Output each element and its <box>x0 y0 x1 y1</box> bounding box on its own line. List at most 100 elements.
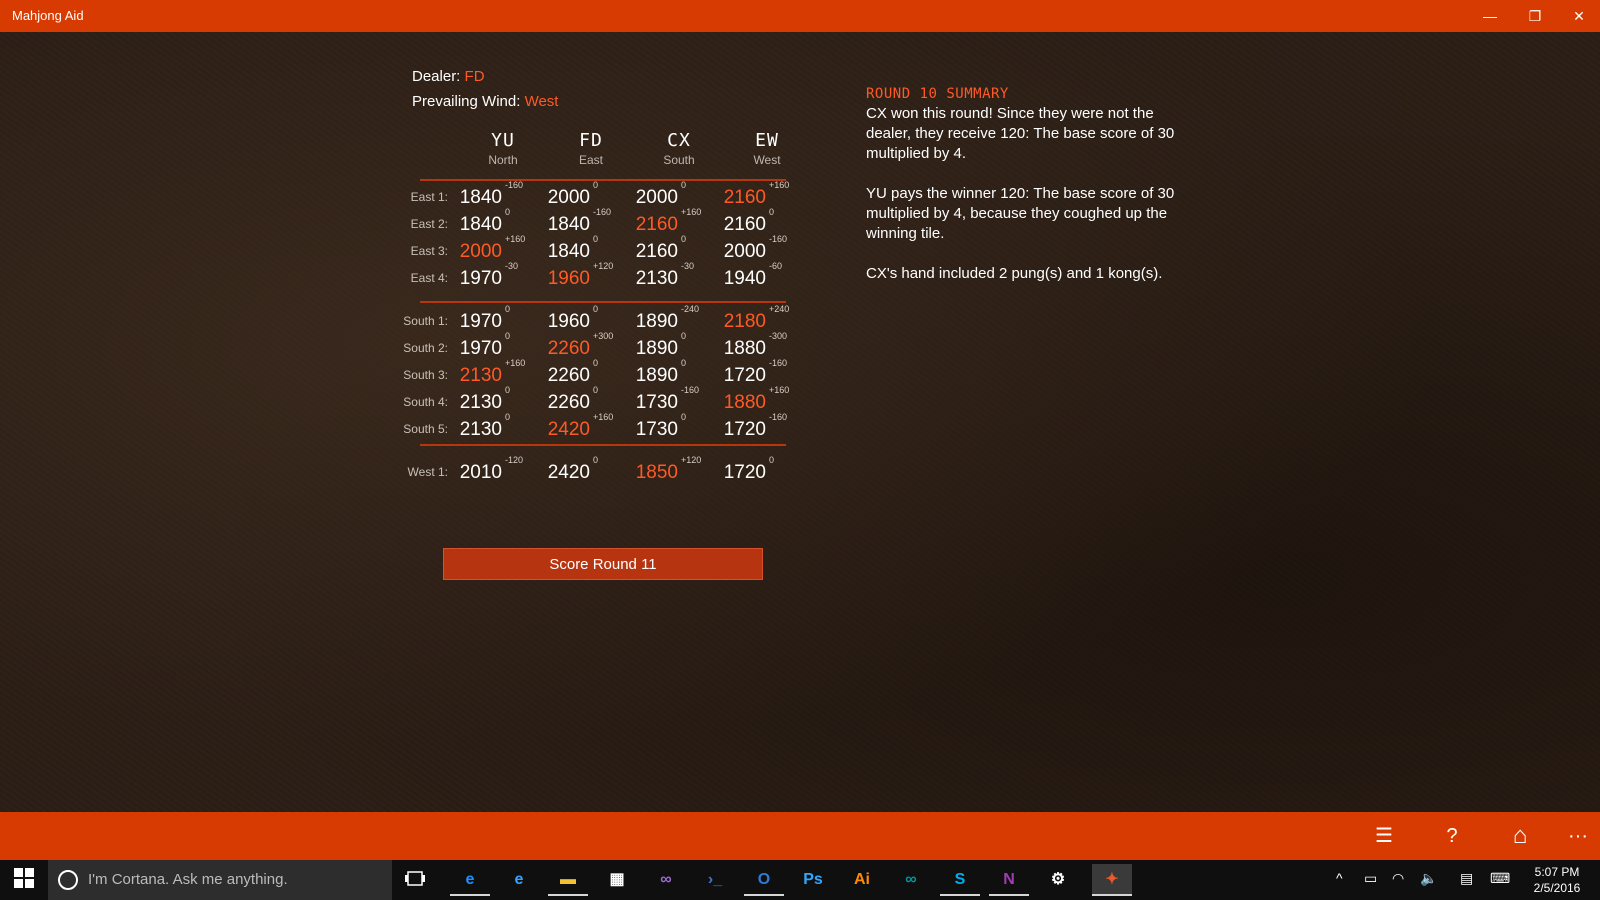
score-delta: +160 <box>769 180 790 190</box>
restore-button[interactable]: ❐ <box>1512 0 1558 32</box>
score-delta: 0 <box>593 455 599 465</box>
score-cell: 2160 +160 <box>712 180 800 211</box>
tray-overflow-icon[interactable]: ^ <box>1336 870 1343 886</box>
round-label: East 1: <box>410 190 448 204</box>
score-value: 1840 <box>459 187 502 208</box>
score-value: 1890 <box>635 311 678 332</box>
score-value: 1880 <box>723 338 766 359</box>
internet-explorer-icon[interactable]: e <box>499 864 539 896</box>
score-delta: -160 <box>505 180 524 190</box>
task-view-icon[interactable] <box>405 870 425 888</box>
close-button[interactable]: ✕ <box>1556 0 1600 32</box>
round-summary: ROUND 10 SUMMARY CX won this round! Sinc… <box>866 84 1186 304</box>
edge-icon[interactable]: e <box>450 864 490 896</box>
score-delta: +160 <box>769 385 790 395</box>
round-row: West 1: 2010 -120 2420 0 1850 +120 1720 0 <box>390 455 810 486</box>
score-round-button[interactable]: Score Round 11 <box>443 548 763 580</box>
score-cell: 2130 +160 <box>448 358 536 389</box>
more-icon[interactable]: ··· <box>1558 822 1598 850</box>
taskbar: I'm Cortana. Ask me anything. e e ▬ ▦ ∞ ›_ O Ps… <box>0 860 1600 900</box>
player-name: EW <box>755 130 779 151</box>
dealer-value: FD <box>464 68 485 85</box>
score-cell: 2160 0 <box>624 234 712 265</box>
cortana-icon <box>58 870 78 890</box>
score-value: 2260 <box>547 365 590 386</box>
mahjong-aid-icon[interactable]: ✦ <box>1092 864 1132 896</box>
keyboard-icon[interactable]: ⌨ <box>1490 870 1510 887</box>
score-value: 1730 <box>635 392 678 413</box>
score-cell: 2130 0 <box>448 412 536 443</box>
player-wind: North <box>488 153 518 167</box>
score-cell: 1890 0 <box>624 331 712 362</box>
visual-studio-icon[interactable]: ∞ <box>646 864 686 896</box>
wind-label: Prevailing Wind: <box>412 93 521 110</box>
action-center-icon[interactable]: ▤ <box>1460 870 1473 887</box>
score-value: 1940 <box>723 268 766 289</box>
score-value: 2130 <box>459 365 502 386</box>
score-cell: 2260 0 <box>536 358 624 389</box>
score-delta: -160 <box>769 234 788 244</box>
score-value: 2130 <box>459 392 502 413</box>
cortana-search[interactable]: I'm Cortana. Ask me anything. <box>48 860 392 900</box>
app-bar: ☰ ? ⌂ ··· <box>0 812 1600 860</box>
score-value: 1960 <box>547 268 590 289</box>
help-icon[interactable]: ? <box>1432 822 1472 850</box>
score-value: 1890 <box>635 338 678 359</box>
onenote-icon[interactable]: N <box>989 864 1029 896</box>
photoshop-icon[interactable]: Ps <box>793 864 833 896</box>
score-delta: 0 <box>505 331 511 341</box>
prevailing-wind-line: Prevailing Wind: West <box>412 93 558 110</box>
score-delta: -30 <box>681 261 695 271</box>
score-value: 2000 <box>723 241 766 262</box>
battery-icon[interactable]: ▭ <box>1364 870 1377 887</box>
summary-paragraph: CX won this round! Since they were not t… <box>866 105 1175 162</box>
score-cell: 2000 +160 <box>448 234 536 265</box>
volume-icon[interactable]: 🔈 <box>1420 870 1437 887</box>
score-delta: -60 <box>769 261 783 271</box>
score-value: 1850 <box>635 462 678 483</box>
score-delta: 0 <box>593 180 599 190</box>
arduino-icon[interactable]: ∞ <box>891 864 931 896</box>
outlook-icon[interactable]: O <box>744 864 784 896</box>
round-row: East 4: 1970 -30 1960 +120 2130 -30 1940 -60 <box>390 261 810 292</box>
score-delta: +160 <box>681 207 702 217</box>
store-icon[interactable]: ▦ <box>597 864 637 896</box>
skype-icon[interactable]: S <box>940 864 980 896</box>
score-delta: 0 <box>681 180 687 190</box>
score-value: 2260 <box>547 338 590 359</box>
score-cell: 1730 0 <box>624 412 712 443</box>
score-value: 2420 <box>547 419 590 440</box>
score-cell: 1840 -160 <box>536 207 624 238</box>
file-explorer-icon[interactable]: ▬ <box>548 864 588 896</box>
score-value: 1970 <box>459 311 502 332</box>
network-icon[interactable]: ◠ <box>1392 870 1404 887</box>
score-delta: -160 <box>769 358 788 368</box>
home-icon[interactable]: ⌂ <box>1500 822 1540 850</box>
settings-icon[interactable]: ⚙ <box>1038 864 1078 896</box>
powershell-icon[interactable]: ›_ <box>695 864 735 896</box>
score-value: 2160 <box>723 214 766 235</box>
minimize-button[interactable]: — <box>1467 0 1513 32</box>
score-value: 1960 <box>547 311 590 332</box>
wind-value: West <box>524 93 559 110</box>
score-value: 1840 <box>547 241 590 262</box>
score-value: 2420 <box>547 462 590 483</box>
score-delta: +160 <box>593 412 614 422</box>
illustrator-icon[interactable]: Ai <box>842 864 882 896</box>
score-delta: -30 <box>505 261 519 271</box>
score-cell: 1720 -160 <box>712 412 800 443</box>
score-cell: 2260 +300 <box>536 331 624 362</box>
section-divider <box>420 444 786 446</box>
score-value: 2000 <box>635 187 678 208</box>
clock[interactable]: 5:07 PM 2/5/2016 <box>1522 864 1592 896</box>
dealer-line: Dealer: FD <box>412 68 485 85</box>
score-value: 2130 <box>635 268 678 289</box>
round-label: South 2: <box>403 341 448 355</box>
round-label: East 3: <box>410 244 448 258</box>
score-delta: -160 <box>593 207 612 217</box>
clock-date: 2/5/2016 <box>1533 881 1581 895</box>
main-content: Dealer: FD Prevailing Wind: West YU North… <box>0 32 1600 812</box>
windows-start-icon[interactable] <box>14 868 34 888</box>
score-delta: 0 <box>769 207 775 217</box>
list-icon[interactable]: ☰ <box>1364 822 1404 850</box>
